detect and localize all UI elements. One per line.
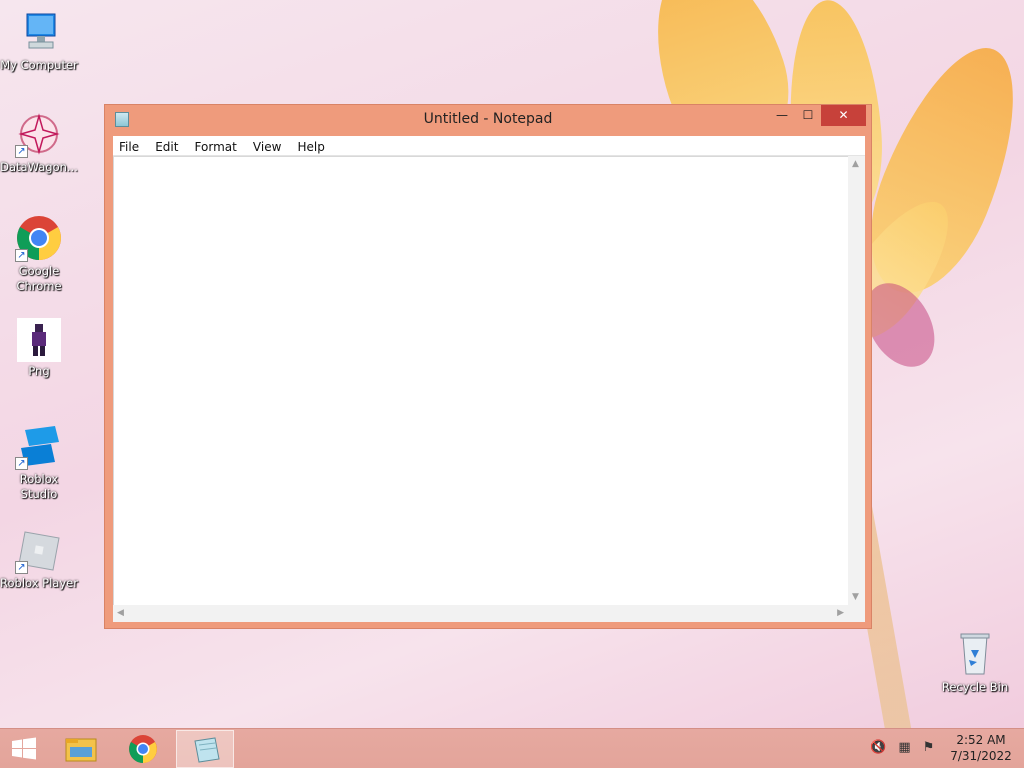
- shortcut-arrow-icon: ↗: [15, 561, 28, 574]
- notepad-icon: [194, 737, 220, 763]
- desktop-icon-roblox-studio[interactable]: ↗ Roblox Studio: [0, 422, 78, 502]
- desktop-icon-label: Roblox Player: [0, 576, 78, 590]
- maximize-button[interactable]: ☐: [795, 105, 821, 126]
- minimize-button[interactable]: —: [769, 105, 795, 126]
- network-icon[interactable]: ▦: [898, 740, 910, 755]
- desktop-icon-recycle-bin[interactable]: Recycle Bin: [936, 630, 1014, 695]
- desktop-icon-png[interactable]: Png: [0, 318, 78, 379]
- windows-logo-icon: [12, 737, 36, 760]
- desktop-icon-google-chrome[interactable]: ↗ Google Chrome: [0, 214, 78, 294]
- title-bar[interactable]: Untitled - Notepad — ☐ ✕: [105, 105, 871, 135]
- taskbar-clock[interactable]: 2:52 AM 7/31/2022: [946, 732, 1016, 764]
- desktop-icon-roblox-player[interactable]: ↗ Roblox Player: [0, 526, 78, 591]
- taskbar-chrome[interactable]: [114, 730, 172, 768]
- close-button[interactable]: ✕: [821, 105, 866, 126]
- datawagon-icon: ↗: [15, 110, 63, 158]
- desktop-icon-label: My Computer: [0, 58, 78, 72]
- menu-file[interactable]: File: [113, 137, 144, 155]
- desktop-icon-label: Google Chrome: [16, 264, 62, 293]
- desktop-icon-label: Png: [28, 364, 50, 378]
- roblox-studio-icon: ↗: [15, 422, 63, 470]
- action-center-flag-icon[interactable]: ⚑: [923, 740, 935, 755]
- shortcut-arrow-icon: ↗: [15, 145, 28, 158]
- desktop-icon-datawagon[interactable]: ↗ DataWagon...: [0, 110, 78, 175]
- clock-time: 2:52 AM: [956, 733, 1006, 747]
- desktop-icon-label: DataWagon...: [0, 160, 78, 174]
- menu-view[interactable]: View: [247, 137, 286, 155]
- recycle-bin-icon: [951, 630, 999, 678]
- computer-icon: [15, 8, 63, 56]
- text-editor-area[interactable]: [113, 156, 865, 622]
- window-title: Untitled - Notepad: [423, 111, 553, 127]
- shortcut-arrow-icon: ↗: [15, 457, 28, 470]
- desktop-icon-label: Recycle Bin: [941, 680, 1009, 694]
- taskbar: 🔇 ▦ ⚑ 2:52 AM 7/31/2022: [0, 728, 1024, 768]
- volume-muted-icon[interactable]: 🔇: [870, 740, 886, 755]
- chrome-icon: [129, 735, 157, 763]
- taskbar-notepad[interactable]: [176, 730, 234, 768]
- menu-help[interactable]: Help: [292, 137, 330, 155]
- notepad-window[interactable]: Untitled - Notepad — ☐ ✕ File Edit Forma…: [104, 104, 872, 629]
- png-image-icon: [17, 318, 61, 362]
- system-tray: 🔇 ▦ ⚑: [870, 740, 942, 755]
- menu-edit[interactable]: Edit: [149, 137, 183, 155]
- menu-bar: File Edit Format View Help: [113, 136, 865, 156]
- shortcut-arrow-icon: ↗: [15, 249, 28, 262]
- desktop-icon-my-computer[interactable]: My Computer: [0, 8, 78, 73]
- start-button[interactable]: [0, 729, 48, 768]
- desktop-icon-label: Roblox Studio: [19, 472, 59, 501]
- chrome-icon: ↗: [15, 214, 63, 262]
- file-explorer-icon: [65, 738, 97, 762]
- menu-format[interactable]: Format: [189, 137, 242, 155]
- roblox-player-icon: ↗: [15, 526, 63, 574]
- clock-date: 7/31/2022: [950, 749, 1012, 763]
- taskbar-file-explorer[interactable]: [52, 730, 110, 768]
